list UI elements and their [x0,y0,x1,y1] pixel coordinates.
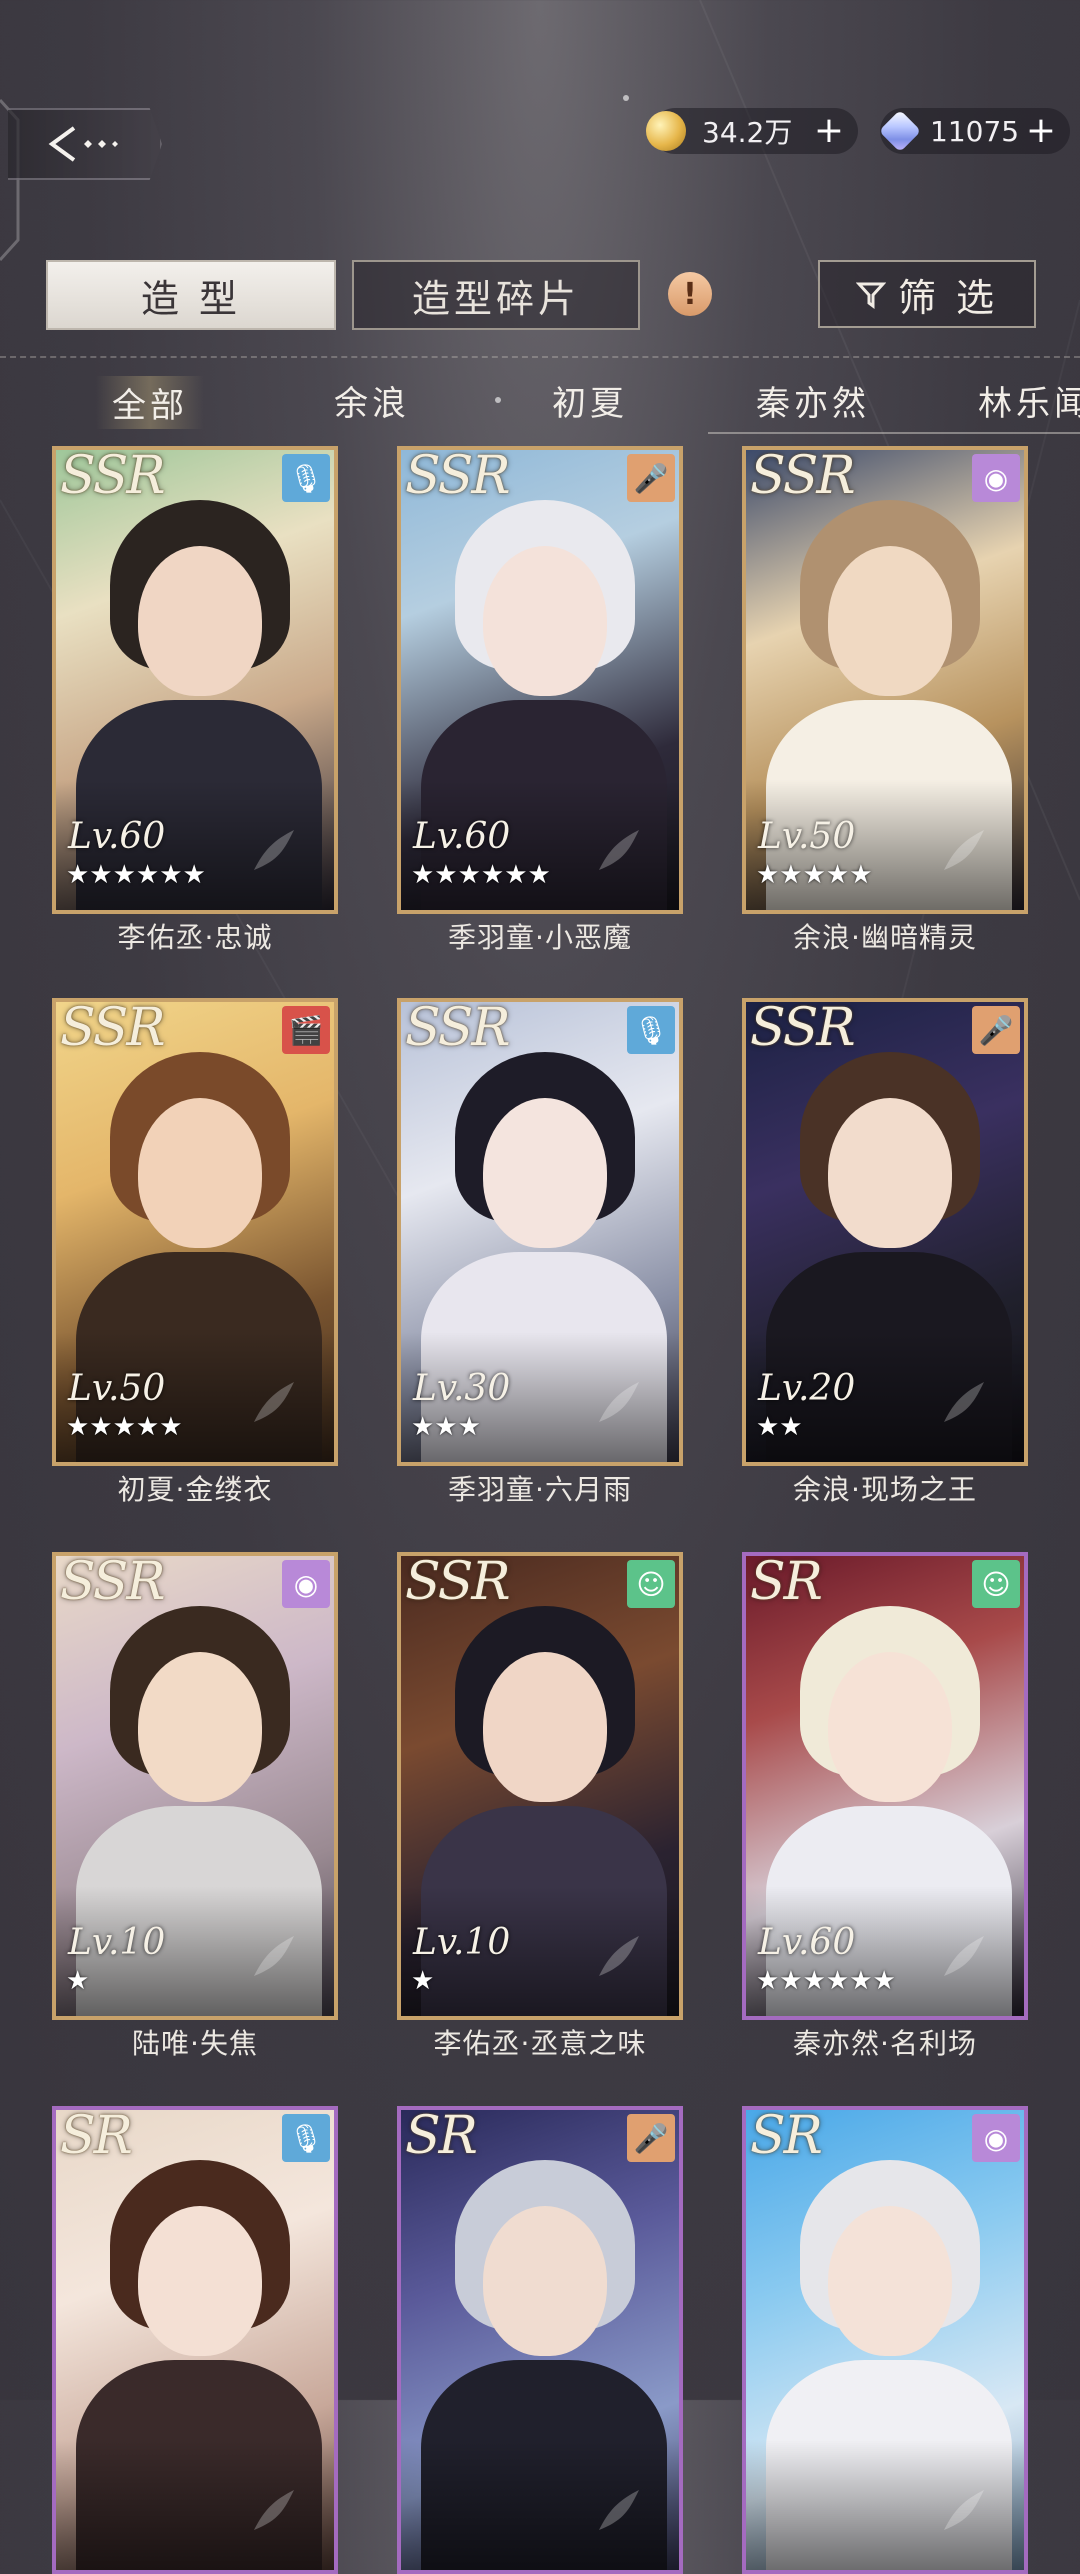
card-name: 李佑丞·丞意之味 [433,2027,647,2060]
add-gold-button[interactable]: + [814,113,844,149]
card-level: Lv.60 [413,816,511,857]
smile-icon: ☺ [627,1560,675,1608]
rarity-label: SSR [405,998,510,1058]
smile-icon: ☺ [972,1560,1020,1608]
card-level: Lv.30 [413,1368,511,1409]
style-card[interactable]: SSR 🎤 Lv.20 ★★ [742,998,1028,1466]
rarity-label: SSR [750,998,855,1058]
lens-icon: ◉ [972,2114,1020,2162]
card-name: 季羽童·六月雨 [448,1473,632,1506]
leaf-emblem-icon [599,1382,639,1422]
leaf-emblem-icon [254,2490,294,2530]
karaoke-mic-icon: 🎤 [627,2114,675,2162]
card-stars: ★★★★★ [66,1412,183,1442]
gem-currency: 11075 + [878,108,1070,154]
leaf-emblem-icon [599,2490,639,2530]
tab-styling[interactable]: 造 型 [46,260,336,330]
divider [0,356,1080,358]
card-level: Lv.10 [68,1922,166,1963]
rarity-label: SR [405,2106,478,2166]
filter-button[interactable]: 筛 选 [818,260,1036,328]
card-level: Lv.20 [758,1368,856,1409]
card-level: Lv.50 [68,1368,166,1409]
style-card[interactable]: SR ◉ [742,2106,1028,2574]
leaf-emblem-icon [254,830,294,870]
char-tab-chuxia[interactable]: 初夏 [552,376,628,425]
style-card[interactable]: SSR ◉ Lv.10 ★ [52,1552,338,2020]
card-level: Lv.10 [413,1922,511,1963]
card-level: Lv.60 [758,1922,856,1963]
char-tab-yulang[interactable]: 余浪 [334,376,410,425]
diamond-icon [878,109,922,153]
leaf-emblem-icon [254,1382,294,1422]
gem-amount: 11075 [930,114,1020,148]
style-card[interactable]: SSR ☺ Lv.10 ★ [397,1552,683,2020]
leaf-emblem-icon [944,1936,984,1976]
gold-coin-icon [646,111,686,151]
leaf-emblem-icon [254,1936,294,1976]
style-card[interactable]: SSR 🎙 Lv.30 ★★★ [397,998,683,1466]
style-card[interactable]: SSR 🎤 Lv.60 ★★★★★★ [397,446,683,914]
style-card[interactable]: SSR ◉ Lv.50 ★★★★★ [742,446,1028,914]
card-stars: ★★★★★★ [411,860,551,890]
leaf-emblem-icon [599,830,639,870]
microphone-icon: 🎙 [627,1006,675,1054]
style-card[interactable]: SR ☺ Lv.60 ★★★★★★ [742,1552,1028,2020]
microphone-icon: 🎙 [282,2114,330,2162]
rarity-label: SSR [405,1552,510,1612]
clapperboard-icon: 🎬 [282,1006,330,1054]
filter-label: 筛 选 [897,275,999,320]
rarity-label: SSR [750,446,855,506]
rarity-label: SSR [405,446,510,506]
card-level: Lv.60 [68,816,166,857]
char-tab-qinyiran[interactable]: 秦亦然 [756,376,870,425]
char-tab-all[interactable]: 全部 [96,376,204,429]
style-card[interactable]: SR 🎙 [52,2106,338,2574]
card-name: 余浪·幽暗精灵 [793,921,977,954]
lens-icon: ◉ [282,1560,330,1608]
style-card[interactable]: SSR 🎙 Lv.60 ★★★★★★ [52,446,338,914]
rarity-label: SR [750,1552,823,1612]
card-name: 初夏·金缕衣 [117,1473,273,1506]
leaf-emblem-icon [944,830,984,870]
gold-currency: 34.2万 + [646,108,858,154]
rarity-label: SSR [60,446,165,506]
leaf-emblem-icon [599,1936,639,1976]
alert-icon[interactable]: ! [668,272,712,316]
char-tab-underline [708,432,1080,434]
card-stars: ★★★★★★ [66,860,206,890]
card-stars: ★★★ [411,1412,481,1442]
karaoke-mic-icon: 🎤 [627,454,675,502]
rarity-label: SR [750,2106,823,2166]
card-level: Lv.50 [758,816,856,857]
card-stars: ★ [66,1966,90,1996]
card-name: 秦亦然·名利场 [793,2027,977,2060]
char-tab-linlewen[interactable]: 林乐闻 [978,376,1080,425]
rarity-label: SSR [60,998,165,1058]
style-card[interactable]: SR 🎤 [397,2106,683,2574]
microphone-icon: 🎙 [282,454,330,502]
leaf-emblem-icon [944,1382,984,1422]
filter-funnel-icon [855,282,886,309]
rarity-label: SSR [60,1552,165,1612]
card-name: 李佑丞·忠诚 [117,921,273,954]
style-card[interactable]: SSR 🎬 Lv.50 ★★★★★ [52,998,338,1466]
add-gems-button[interactable]: + [1026,113,1056,149]
gold-amount: 34.2万 [702,116,793,149]
card-stars: ★★ [756,1412,803,1442]
card-name: 季羽童·小恶魔 [448,921,632,954]
leaf-emblem-icon [944,2490,984,2530]
karaoke-mic-icon: 🎤 [972,1006,1020,1054]
card-stars: ★★★★★★ [756,1966,896,1996]
card-stars: ★★★★★ [756,860,873,890]
back-button[interactable] [8,108,162,180]
card-name: 余浪·现场之王 [793,1473,977,1506]
tab-styling-fragments[interactable]: 造型碎片 [352,260,640,330]
rarity-label: SR [60,2106,133,2166]
card-stars: ★ [411,1966,435,1996]
lens-icon: ◉ [972,454,1020,502]
card-name: 陆唯·失焦 [132,2027,258,2060]
back-arrow-icon [48,126,118,162]
